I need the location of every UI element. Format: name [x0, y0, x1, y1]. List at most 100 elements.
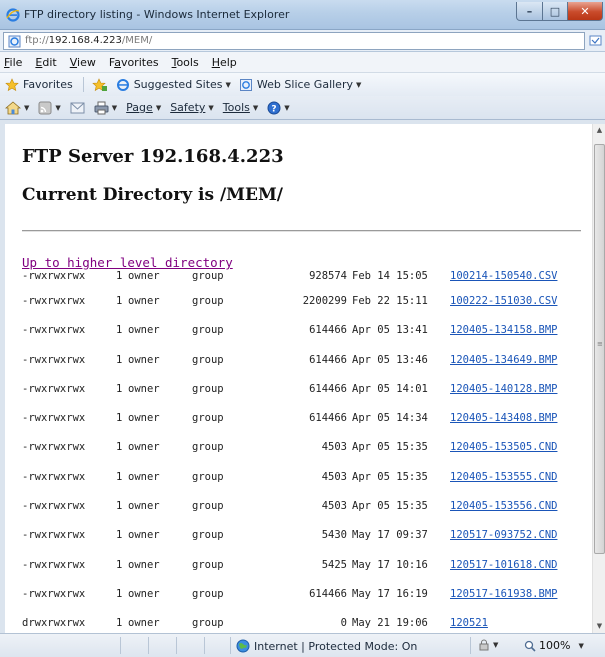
date-cell: Apr 05 15:35	[352, 470, 428, 483]
file-link[interactable]: 120405-153555.CND	[450, 471, 557, 483]
menu-help[interactable]: Help	[212, 56, 237, 69]
group-cell: group	[192, 470, 224, 483]
page-content[interactable]: FTP Server 192.168.4.223 Current Directo…	[5, 124, 592, 633]
favorites-button[interactable]: Favorites	[5, 77, 73, 92]
status-divider	[230, 637, 231, 654]
home-button[interactable]: ▼	[5, 100, 29, 115]
scrollbar-thumb[interactable]: ≡	[594, 144, 605, 554]
status-divider	[470, 637, 471, 654]
listing-row: -rwxrwxrwx 1 owner group 4503 Apr 05 15:35 120…	[22, 471, 582, 500]
owner-cell: owner	[128, 270, 160, 282]
print-button[interactable]: ▼	[94, 101, 117, 115]
size-cell: 614466	[309, 382, 347, 395]
file-link[interactable]: 120405-134158.BMP	[450, 324, 557, 336]
date-cell: May 17 10:16	[352, 558, 428, 571]
status-divider	[120, 637, 121, 654]
owner-cell: owner	[128, 558, 160, 571]
listing-row: -rwxrwxrwx 1 owner group 4503 Apr 05 15:35 120…	[22, 441, 582, 470]
mail-icon	[70, 102, 85, 113]
up-directory-link[interactable]: Up to higher level directory	[22, 255, 233, 270]
owner-cell: owner	[128, 529, 160, 542]
suggested-sites[interactable]: Suggested Sites ▼	[116, 78, 231, 92]
command-bar: ▼ ▼ ▼ Page ▼ Safety ▼ Tools ▼ ? ▼	[0, 96, 605, 120]
listing-row: -rwxrwxrwx 1 owner group 5430 May 17 09:37 120…	[22, 529, 582, 558]
group-cell: group	[192, 412, 224, 425]
page-menu[interactable]: Page ▼	[126, 101, 161, 114]
file-link[interactable]: 120405-153556.CND	[450, 500, 557, 512]
owner-cell: owner	[128, 587, 160, 600]
ie-icon	[116, 78, 129, 91]
title-bar[interactable]: FTP directory listing - Windows Internet…	[0, 0, 605, 30]
menu-file[interactable]: File	[4, 56, 22, 69]
group-cell: group	[192, 529, 224, 542]
grip-icon: ≡	[597, 340, 603, 348]
menu-tools[interactable]: Tools	[172, 56, 199, 69]
vertical-scrollbar[interactable]: ▲ ≡ ▼	[592, 124, 605, 633]
tools-menu[interactable]: Tools ▼	[223, 101, 259, 114]
menu-view[interactable]: View	[70, 56, 96, 69]
group-cell: group	[192, 558, 224, 571]
date-cell: May 17 16:19	[352, 587, 428, 600]
date-cell: May 17 09:37	[352, 529, 428, 542]
feeds-button[interactable]: ▼	[38, 101, 61, 115]
status-divider	[176, 637, 177, 654]
file-link[interactable]: 120517-101618.CND	[450, 559, 557, 571]
chevron-down-icon: ▼	[111, 103, 118, 112]
scroll-down-arrow-icon[interactable]: ▼	[593, 620, 605, 633]
permissions-cell: drwxrwxrwx	[22, 617, 86, 630]
current-directory-heading: Current Directory is /MEM/	[22, 185, 283, 205]
add-to-favorites-icon[interactable]	[91, 77, 108, 92]
file-link[interactable]: 100222-151030.CSV	[450, 295, 557, 307]
owner-cell: owner	[128, 382, 160, 395]
size-cell: 4503	[321, 500, 347, 513]
web-slice-gallery[interactable]: Web Slice Gallery ▼	[239, 78, 361, 92]
group-cell: group	[192, 500, 224, 513]
owner-cell: owner	[128, 470, 160, 483]
group-cell: group	[192, 324, 224, 337]
protected-mode-button[interactable]: ▼	[478, 639, 498, 651]
file-link[interactable]: 120517-161938.BMP	[450, 588, 557, 600]
address-url[interactable]: ftp://192.168.4.223/MEM/	[25, 35, 152, 46]
owner-cell: owner	[128, 617, 160, 630]
file-link[interactable]: 100214-150540.CSV	[450, 270, 557, 282]
minimize-button[interactable]: –	[516, 2, 543, 21]
permissions-cell: -rwxrwxrwx	[22, 470, 86, 483]
zoom-icon	[524, 640, 536, 652]
permissions-cell: -rwxrwxrwx	[22, 529, 86, 542]
page-menu-label: Page	[126, 101, 153, 114]
safety-menu[interactable]: Safety ▼	[170, 101, 214, 114]
file-link[interactable]: 120517-093752.CND	[450, 529, 557, 541]
safety-menu-label: Safety	[170, 101, 206, 114]
help-button[interactable]: ? ▼	[267, 101, 290, 115]
listing-row: -rwxrwxrwx 1 owner group 614466 Apr 05 14:01 1…	[22, 383, 582, 412]
listing-row: drwxrwxrwx 1 owner group 0 May 21 19:06 120521	[22, 617, 582, 633]
chevron-down-icon: ▼	[284, 103, 290, 112]
maximize-button[interactable]: □	[542, 2, 568, 21]
file-link[interactable]: 120405-143408.BMP	[450, 412, 557, 424]
address-field[interactable]: ftp://192.168.4.223/MEM/	[3, 32, 585, 50]
size-cell: 614466	[309, 412, 347, 425]
links-cell: 1	[116, 558, 123, 571]
compatibility-view-icon[interactable]	[589, 34, 602, 47]
svg-text:?: ?	[272, 104, 277, 114]
permissions-cell: -rwxrwxrwx	[22, 558, 86, 571]
internet-explorer-icon	[6, 8, 20, 22]
links-cell: 1	[116, 500, 123, 513]
file-link[interactable]: 120521	[450, 617, 488, 629]
menu-edit[interactable]: Edit	[35, 56, 56, 69]
listing-row: -rwxrwxrwx 1 owner group 928574 Feb 14 15:05 1…	[22, 270, 582, 295]
file-link[interactable]: 120405-153505.CND	[450, 441, 557, 453]
size-cell: 928574	[309, 270, 347, 282]
read-mail-button[interactable]	[70, 102, 85, 114]
security-zone[interactable]: Internet | Protected Mode: On	[236, 639, 417, 653]
zoom-control[interactable]: 100% ▼	[524, 639, 584, 652]
listing-row: -rwxrwxrwx 1 owner group 614466 Apr 05 14:34 1…	[22, 412, 582, 441]
size-cell: 614466	[309, 324, 347, 337]
scroll-up-arrow-icon[interactable]: ▲	[593, 124, 605, 137]
globe-icon	[236, 639, 250, 653]
menu-favorites[interactable]: Favorites	[109, 56, 159, 69]
file-link[interactable]: 120405-134649.BMP	[450, 354, 557, 366]
file-link[interactable]: 120405-140128.BMP	[450, 383, 557, 395]
close-button[interactable]: ✕	[567, 2, 603, 21]
chevron-down-icon: ▼	[225, 80, 231, 89]
